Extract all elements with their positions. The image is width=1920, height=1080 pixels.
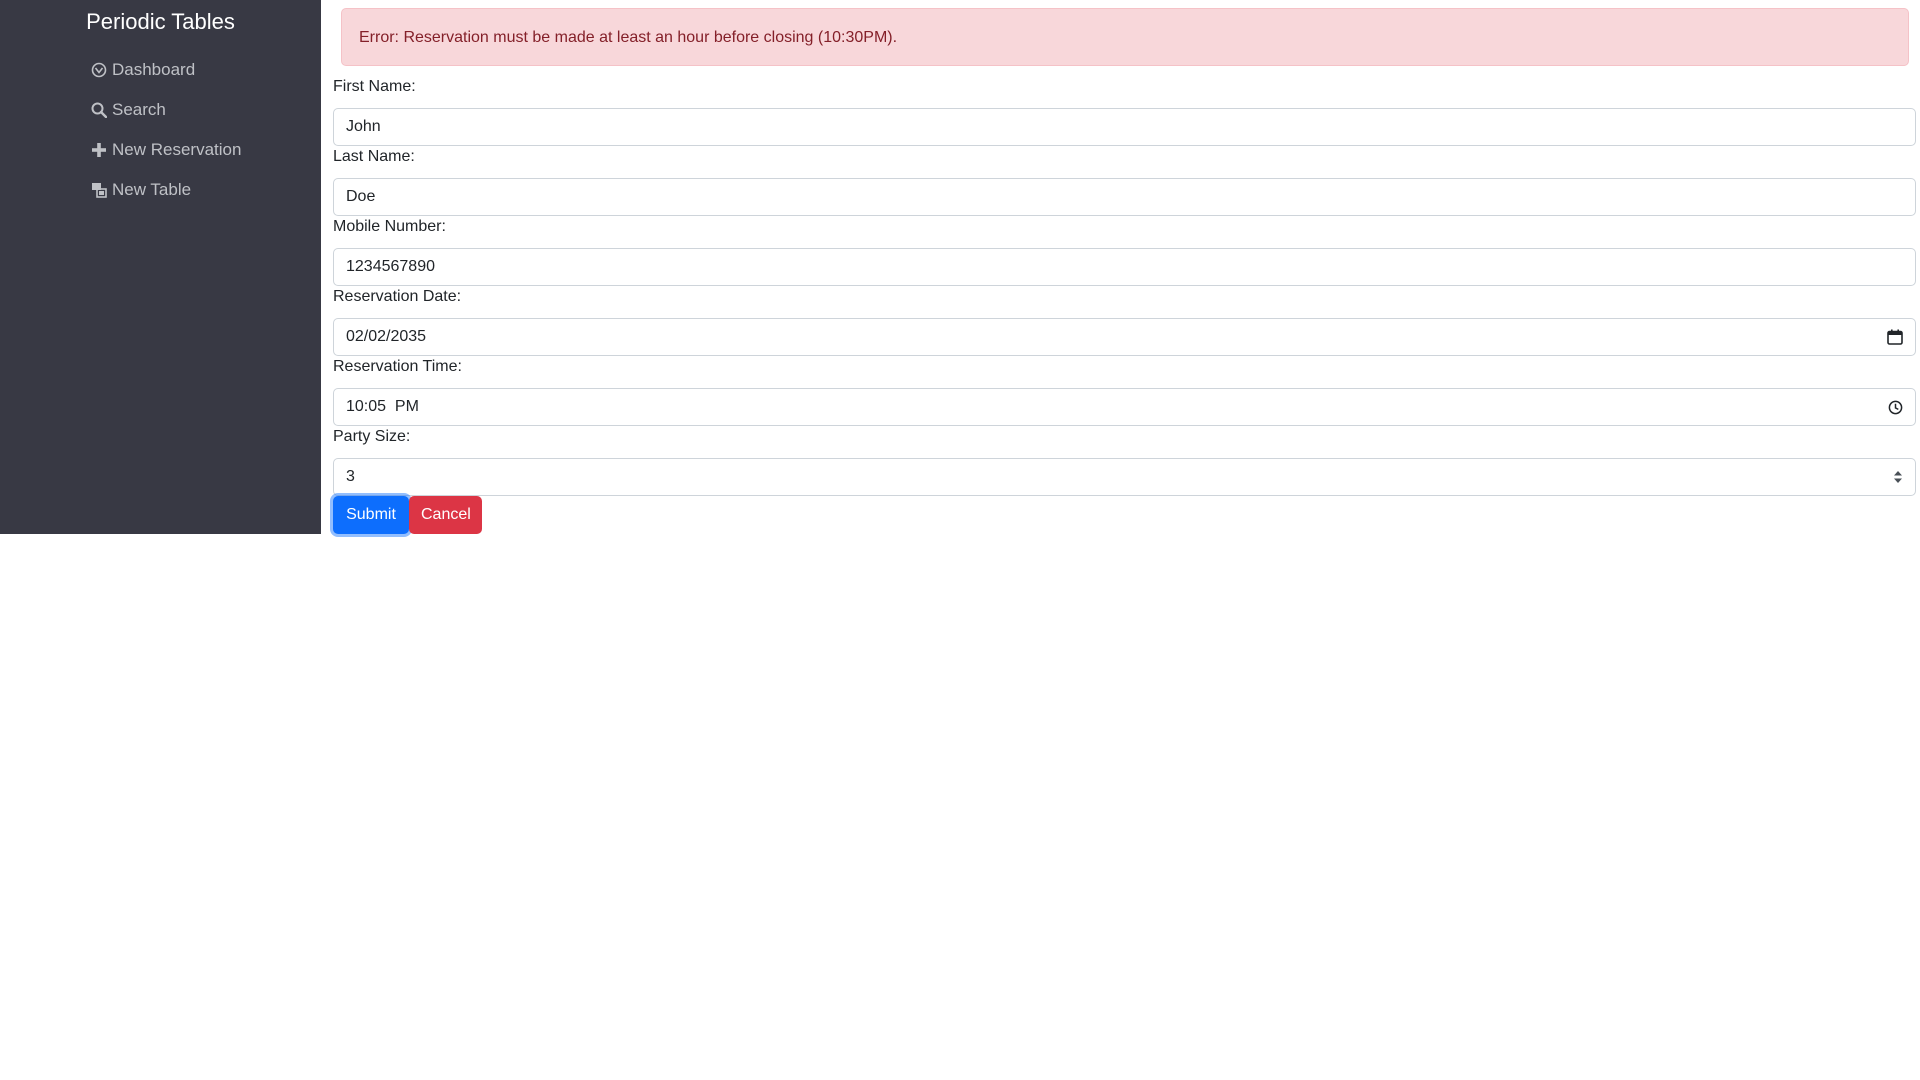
submit-button[interactable]: Submit (333, 496, 409, 534)
plus-icon (90, 141, 108, 159)
first-name-label: First Name: (333, 78, 416, 95)
last-name-label: Last Name: (333, 148, 415, 165)
reservation-date-label: Reservation Date: (333, 288, 462, 305)
first-name-input[interactable]: John (333, 108, 1916, 146)
party-size-value: 3 (346, 468, 355, 485)
reservation-date-value: 02/02/2035 (346, 328, 427, 345)
sidebar: Periodic Tables Dashboard Search New Res… (0, 0, 321, 534)
party-size-input[interactable]: 3 (333, 458, 1916, 496)
reservation-date-input[interactable]: 02/02/2035 (333, 318, 1916, 356)
clock-icon[interactable] (1888, 389, 1903, 425)
mobile-number-label: Mobile Number: (333, 218, 446, 235)
mobile-number-group: Mobile Number: 1234567890 (333, 216, 1916, 286)
mobile-number-input[interactable]: 1234567890 (333, 248, 1916, 286)
sidebar-item-new-table[interactable]: New Table (90, 170, 241, 210)
last-name-group: Last Name: Doe (333, 146, 1916, 216)
spinner-arrows-icon[interactable] (1893, 459, 1903, 495)
party-size-group: Party Size: 3 (333, 426, 1916, 496)
reservation-time-label: Reservation Time: (333, 358, 462, 375)
table-icon (90, 181, 108, 199)
sidebar-nav: Dashboard Search New Reservation New Tab… (90, 50, 241, 210)
reservation-time-value: 10:05 PM (346, 398, 419, 415)
sidebar-item-label: Dashboard (112, 60, 196, 79)
brand-title: Periodic Tables (86, 9, 235, 34)
last-name-value: Doe (346, 188, 376, 205)
error-alert: Error: Reservation must be made at least… (341, 8, 1909, 66)
sidebar-item-dashboard[interactable]: Dashboard (90, 50, 241, 90)
party-size-label: Party Size: (333, 428, 411, 445)
sidebar-item-label: Search (112, 100, 166, 119)
reservation-time-group: Reservation Time: 10:05 PM (333, 356, 1916, 426)
sidebar-item-search[interactable]: Search (90, 90, 241, 130)
last-name-input[interactable]: Doe (333, 178, 1916, 216)
form-buttons: Submit Cancel (333, 496, 482, 534)
dashboard-icon (90, 61, 108, 79)
first-name-group: First Name: John (333, 76, 1916, 146)
cancel-button[interactable]: Cancel (409, 496, 482, 534)
sidebar-item-new-reservation[interactable]: New Reservation (90, 130, 241, 170)
sidebar-item-label: New Table (112, 180, 192, 199)
search-icon (90, 101, 108, 119)
reservation-date-group: Reservation Date: 02/02/2035 (333, 286, 1916, 356)
sidebar-item-label: New Reservation (112, 140, 242, 159)
calendar-icon[interactable] (1887, 319, 1903, 355)
reservation-time-input[interactable]: 10:05 PM (333, 388, 1916, 426)
mobile-number-value: 1234567890 (346, 258, 435, 275)
first-name-value: John (346, 118, 381, 135)
